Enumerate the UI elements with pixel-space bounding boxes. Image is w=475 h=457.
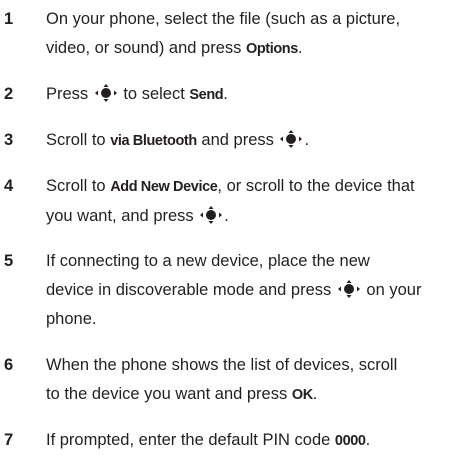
step-line: Scroll to via Bluetooth and press .	[46, 126, 471, 156]
step-line: On your phone, select the file (such as …	[46, 5, 471, 34]
step-line: Press to select Send.	[46, 80, 471, 110]
via-bluetooth-option-label: via Bluetooth	[110, 133, 197, 149]
step-number: 7	[4, 431, 14, 449]
step-text-segment: Press	[46, 85, 93, 103]
step-line: When the phone shows the list of devices…	[46, 351, 471, 380]
step-number: 4	[4, 177, 14, 195]
step-text-segment: If prompted, enter the default PIN code	[46, 431, 335, 449]
step-line: you want, and press .	[46, 202, 471, 231]
step-text-segment: device in discoverable mode and press	[46, 281, 336, 299]
options-key-label: Options	[245, 41, 298, 57]
step-number: 5	[4, 252, 14, 270]
step-text-segment: .	[297, 39, 303, 57]
add-new-device-option-label: Add New Device	[110, 179, 218, 195]
step-text: If prompted, enter the default PIN code …	[46, 426, 471, 456]
nav-key-select-icon	[280, 130, 303, 148]
send-option-label: Send	[189, 87, 224, 103]
nav-key-select-icon	[94, 84, 117, 102]
step-text-segment: On your phone, select the file (such as …	[46, 10, 401, 28]
step-line: device in discoverable mode and press on…	[46, 276, 471, 305]
nav-key-select-icon	[337, 280, 360, 298]
nav-key-select-icon	[200, 206, 223, 224]
step-number: 6	[4, 356, 14, 374]
pin-code-value: 0000	[334, 433, 366, 449]
step-text: If connecting to a new device, place the…	[46, 247, 471, 334]
step-text-segment: video, or sound) and press	[46, 39, 246, 57]
step-line: to the device you want and press OK.	[46, 380, 471, 410]
step-number: 2	[4, 85, 14, 103]
step-text-segment: and press	[196, 131, 279, 149]
step-text-segment: to select	[118, 85, 190, 103]
step-text-segment: phone.	[46, 310, 97, 328]
ok-key-label: OK	[291, 387, 313, 403]
step-text-segment: , or scroll to the device that	[217, 177, 415, 195]
step-text-segment: If connecting to a new device, place the…	[46, 252, 370, 270]
step-line: video, or sound) and press Options.	[46, 34, 471, 64]
step-text-segment: .	[365, 431, 371, 449]
step-text-segment: .	[312, 385, 318, 403]
step-text-segment: you want, and press	[46, 207, 199, 225]
step-text: On your phone, select the file (such as …	[46, 5, 471, 64]
step-text: Scroll to Add New Device, or scroll to t…	[46, 172, 471, 231]
step-number: 3	[4, 131, 14, 149]
step-text-segment: .	[224, 207, 229, 225]
step-text-segment: to the device you want and press	[46, 385, 292, 403]
step-text: Press to select Send.	[46, 80, 471, 110]
step-text-segment: .	[223, 85, 228, 103]
step-text-segment: Scroll to	[46, 131, 111, 149]
step-line: If connecting to a new device, place the…	[46, 247, 471, 276]
step-line: Scroll to Add New Device, or scroll to t…	[46, 172, 471, 202]
step-text-segment: When the phone shows the list of devices…	[46, 356, 398, 374]
step-line: phone.	[46, 305, 471, 334]
step-text-segment: .	[304, 131, 310, 149]
step-line: If prompted, enter the default PIN code …	[46, 426, 471, 456]
step-number: 1	[4, 10, 14, 28]
step-text-segment: on your	[361, 281, 422, 299]
step-text: When the phone shows the list of devices…	[46, 351, 471, 410]
step-text-segment: Scroll to	[46, 177, 111, 195]
step-text: Scroll to via Bluetooth and press .	[46, 126, 471, 156]
